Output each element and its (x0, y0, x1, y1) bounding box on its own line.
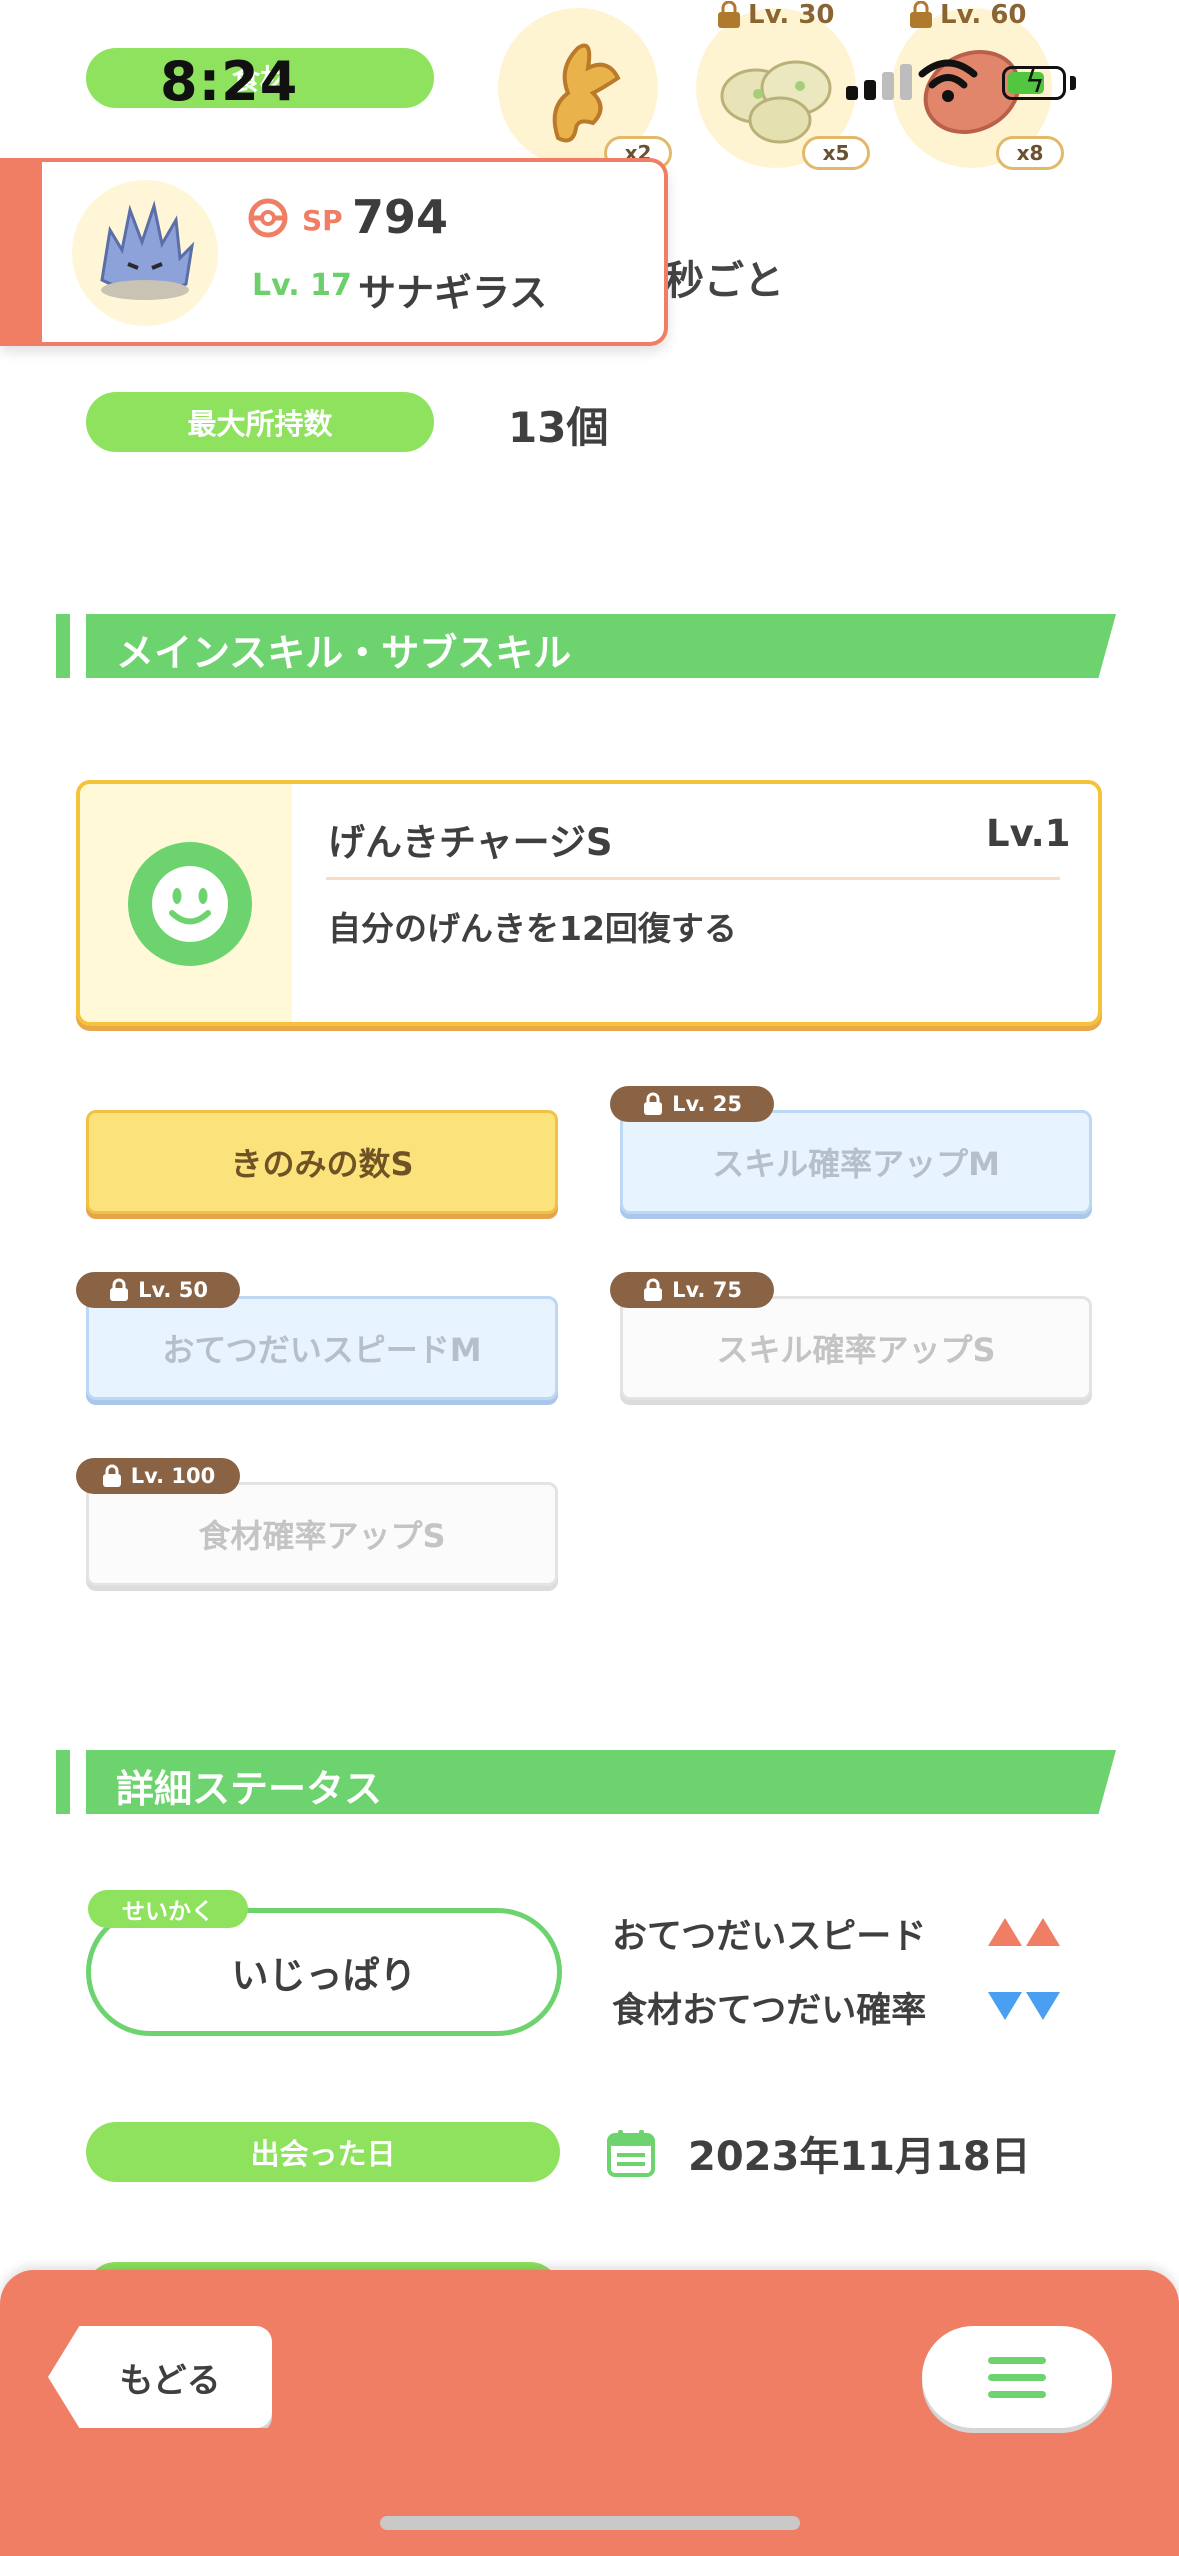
calendar-icon (606, 2128, 656, 2182)
battery-charging-icon: ϟ (1002, 65, 1066, 100)
lock-icon (910, 1, 932, 28)
ingredient-count-2: x5 (802, 136, 870, 170)
pokemon-level: Lv. 17 (252, 268, 352, 303)
sub-skill-lock-5: Lv. 100 (76, 1458, 240, 1494)
max-carry-label: 最大所持数 (86, 392, 434, 452)
ingredient-count-3: x8 (996, 136, 1064, 170)
battery-tip (1070, 76, 1076, 90)
lock-icon (718, 1, 740, 28)
sp-label: SP (302, 204, 343, 237)
pokemon-avatar (72, 180, 218, 326)
pokemon-name: サナギラス (358, 271, 548, 315)
met-date-value: 2023年11月18日 (688, 2134, 1031, 2180)
back-button[interactable]: もどる (48, 2326, 272, 2428)
main-skill-level: Lv.1 (986, 812, 1071, 855)
main-skill-name: げんきチャージS (328, 821, 613, 864)
lock-icon (644, 1278, 663, 1301)
hamburger-menu-icon (988, 2356, 1046, 2364)
nature-tag: せいかく (88, 1890, 248, 1928)
lock-level-60: Lv. 60 (908, 0, 1027, 30)
nature-down-stat: 食材おてつだい確率 (612, 1991, 927, 2031)
main-skill-description: 自分のげんきを12回復する (328, 909, 737, 948)
menu-button[interactable] (922, 2326, 1112, 2428)
cellular-signal-icon (846, 64, 912, 100)
lock-level-30: Lv. 30 (716, 0, 835, 30)
lock-icon (102, 1464, 121, 1487)
divider (326, 877, 1060, 880)
skills-section-header: メインスキル・サブスキル (56, 614, 1116, 678)
status-time: 8:24 (160, 50, 299, 113)
production-interval-text: 秒ごと (664, 258, 784, 304)
lock-icon (644, 1092, 663, 1115)
pokeball-icon (248, 198, 288, 238)
sub-skill-lock-3: Lv. 50 (76, 1272, 240, 1308)
down-arrows-icon (988, 1992, 1060, 2020)
smile-face-icon (128, 842, 252, 966)
pupitar-icon (100, 200, 195, 300)
sp-value: 794 (352, 190, 449, 244)
nature-up-stat: おてつだいスピード (612, 1917, 927, 1957)
sub-skill-2[interactable]: スキル確率アップM (620, 1110, 1092, 1214)
home-indicator[interactable] (380, 2516, 800, 2530)
sub-skill-4[interactable]: スキル確率アップS (620, 1296, 1092, 1400)
sub-skill-5[interactable]: 食材確率アップS (86, 1482, 558, 1586)
section-title: 詳細ステータス (116, 1767, 383, 1811)
section-title: メインスキル・サブスキル (116, 631, 572, 675)
sub-skill-3[interactable]: おてつだいスピードM (86, 1296, 558, 1400)
max-carry-value: 13個 (508, 403, 609, 452)
met-date-label: 出会った日 (86, 2122, 560, 2182)
status-section-header: 詳細ステータス (56, 1750, 1116, 1814)
sub-skill-lock-2: Lv. 25 (610, 1086, 774, 1122)
sub-skill-1[interactable]: きのみの数S (86, 1110, 558, 1214)
wifi-icon (918, 58, 978, 108)
sub-skill-lock-4: Lv. 75 (610, 1272, 774, 1308)
lock-icon (110, 1278, 129, 1301)
up-arrows-icon (988, 1918, 1060, 1946)
